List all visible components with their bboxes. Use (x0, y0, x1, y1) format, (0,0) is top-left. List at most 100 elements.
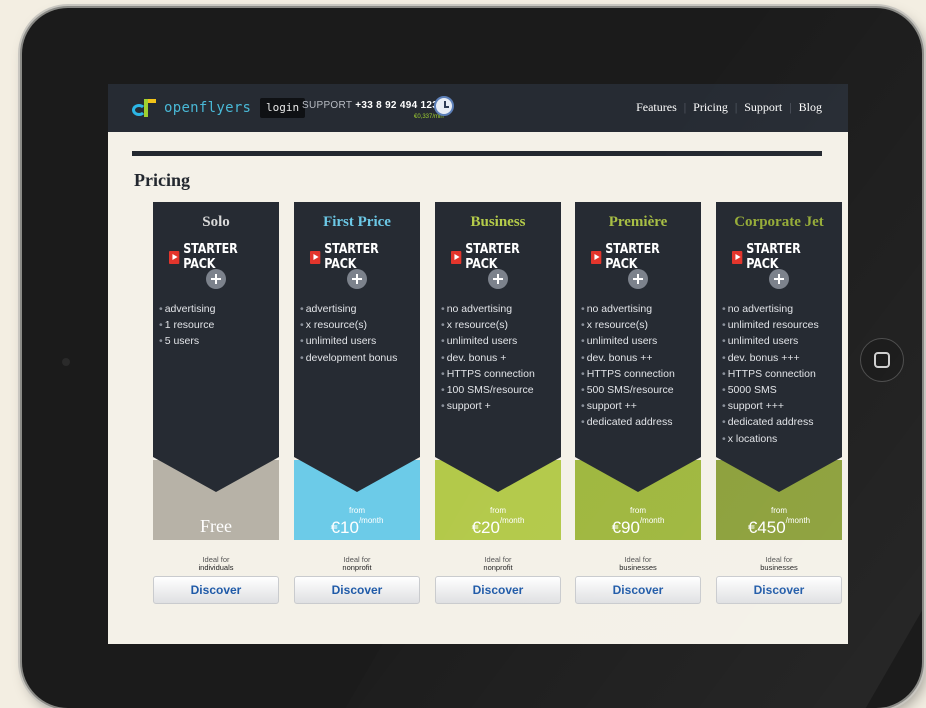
feature-item: • HTTPS connection (581, 367, 675, 380)
play-icon (591, 250, 601, 264)
plan-solo: Solo STARTER PACK • advertising • 1 resour… (153, 202, 279, 604)
plan-card: Première STARTER PACK • no advertising • x… (575, 202, 701, 540)
nav-pricing[interactable]: Pricing (693, 100, 728, 114)
plan-card: First Price STARTER PACK • advertising • x… (294, 202, 420, 540)
feature-item: • 100 SMS/resource (441, 384, 534, 397)
feature-item: • development bonus (300, 351, 398, 364)
starter-pack-label: STARTER PACK (183, 242, 238, 272)
starter-pack[interactable]: STARTER PACK (591, 242, 686, 272)
plus-icon[interactable] (347, 269, 367, 289)
plus-icon[interactable] (769, 269, 789, 289)
ideal-for: Ideal for nonprofit (483, 555, 513, 572)
feature-item: • unlimited users (581, 335, 658, 348)
page-title: Pricing (134, 170, 190, 190)
price-from: from (771, 506, 787, 515)
feature-item: • x resource(s) (300, 319, 367, 332)
plan-name: Solo (202, 214, 230, 230)
feature-list: • advertising • 1 resource • 5 users (159, 301, 215, 350)
feature-item: • dedicated address (722, 416, 814, 429)
camera-icon (62, 358, 70, 366)
plan-name: Business (470, 214, 526, 230)
ideal-for: Ideal for nonprofit (342, 555, 372, 572)
feature-item: • advertising (159, 303, 216, 315)
play-icon (732, 250, 742, 264)
plan-name: Première (608, 214, 668, 230)
nav-separator: | (789, 100, 792, 114)
feature-item: • unlimited users (300, 335, 377, 348)
ideal-for: Ideal for businesses (760, 555, 798, 572)
nav-blog[interactable]: Blog (799, 100, 822, 114)
plan-card: Solo STARTER PACK • advertising • 1 resour… (153, 202, 279, 540)
plan-name: Corporate Jet (734, 214, 824, 230)
feature-item: • unlimited users (441, 335, 518, 348)
starter-pack-label: STARTER PACK (324, 242, 379, 272)
header-rule (132, 151, 822, 156)
starter-pack[interactable]: STARTER PACK (310, 242, 405, 272)
price-from: from (349, 506, 365, 515)
top-bar: openflyers login SUPPORT +33 8 92 494 12… (108, 84, 848, 132)
ideal-for: Ideal for individuals (198, 555, 234, 572)
plan-card: Corporate Jet STARTER PACK • no advertisi… (716, 202, 842, 540)
feature-item: • dedicated address (581, 416, 673, 429)
screen: openflyers login SUPPORT +33 8 92 494 12… (108, 84, 848, 644)
feature-list: • no advertising • x resource(s) • unlimite… (581, 301, 675, 431)
nav-support[interactable]: Support (744, 100, 782, 114)
feature-list: • advertising • x resource(s) • unlimited u… (300, 301, 397, 366)
plan-price: €20/month (471, 516, 525, 537)
feature-item: • support +++ (722, 400, 785, 413)
feature-item: • x resource(s) (581, 319, 648, 332)
plan-card-top: Corporate Jet STARTER PACK • no advertisi… (716, 202, 842, 492)
discover-button[interactable]: Discover (153, 576, 279, 604)
feature-item: • HTTPS connection (441, 367, 535, 380)
plan-first-price: First Price STARTER PACK • advertising • x… (294, 202, 420, 604)
home-button[interactable] (860, 338, 904, 382)
price-from: from (630, 506, 646, 515)
plan-card-top: Première STARTER PACK • no advertising • x… (575, 202, 701, 492)
starter-pack-label: STARTER PACK (465, 242, 520, 272)
feature-item: • support ++ (581, 400, 637, 413)
feature-item: • x locations (722, 432, 778, 445)
starter-pack-label: STARTER PACK (605, 242, 660, 272)
feature-item: • support + (441, 400, 491, 413)
nav-separator: | (734, 100, 738, 114)
starter-pack[interactable]: STARTER PACK (169, 242, 264, 272)
feature-list: • no advertising • unlimited resources • un… (722, 301, 819, 447)
openflyers-logo-icon (132, 99, 158, 117)
plus-icon[interactable] (628, 269, 648, 289)
play-icon (169, 250, 179, 264)
feature-item: • no advertising (441, 303, 513, 315)
support-info: SUPPORT +33 8 92 494 123 (302, 100, 438, 111)
logo[interactable]: openflyers (132, 99, 251, 117)
plan-business: Business STARTER PACK • no advertising • x… (435, 202, 561, 604)
clock-icon (434, 96, 454, 116)
discover-button[interactable]: Discover (435, 576, 561, 604)
nav-separator: | (683, 100, 687, 114)
feature-item: • no advertising (722, 303, 794, 315)
plan-corporate-jet: Corporate Jet STARTER PACK • no advertisi… (716, 202, 842, 604)
plan-price: €10/month (330, 516, 384, 537)
discover-button[interactable]: Discover (716, 576, 842, 604)
plan-name: First Price (323, 214, 391, 230)
plan-card: Business STARTER PACK • no advertising • x… (435, 202, 561, 540)
main-nav: Features | Pricing | Support | Blog (636, 100, 822, 115)
feature-item: • unlimited resources (722, 319, 819, 332)
play-icon (310, 250, 320, 264)
feature-item: • dev. bonus +++ (722, 351, 800, 364)
price-from: from (490, 506, 506, 515)
plus-icon[interactable] (488, 269, 508, 289)
feature-item: • dev. bonus + (441, 351, 507, 364)
discover-button[interactable]: Discover (575, 576, 701, 604)
starter-pack[interactable]: STARTER PACK (451, 242, 546, 272)
discover-button[interactable]: Discover (294, 576, 420, 604)
feature-item: • advertising (300, 303, 357, 315)
login-button[interactable]: login (260, 98, 306, 118)
plan-card-top: Business STARTER PACK • no advertising • x… (435, 202, 561, 492)
ideal-for: Ideal for businesses (619, 555, 657, 572)
feature-list: • no advertising • x resource(s) • unlimite… (441, 301, 535, 414)
feature-item: • 5000 SMS (722, 384, 777, 397)
nav-features[interactable]: Features (636, 100, 677, 114)
starter-pack[interactable]: STARTER PACK (732, 242, 827, 272)
plus-icon[interactable] (206, 269, 226, 289)
plan-price: €90/month (611, 516, 665, 537)
support-phone: +33 8 92 494 123 (355, 100, 439, 111)
